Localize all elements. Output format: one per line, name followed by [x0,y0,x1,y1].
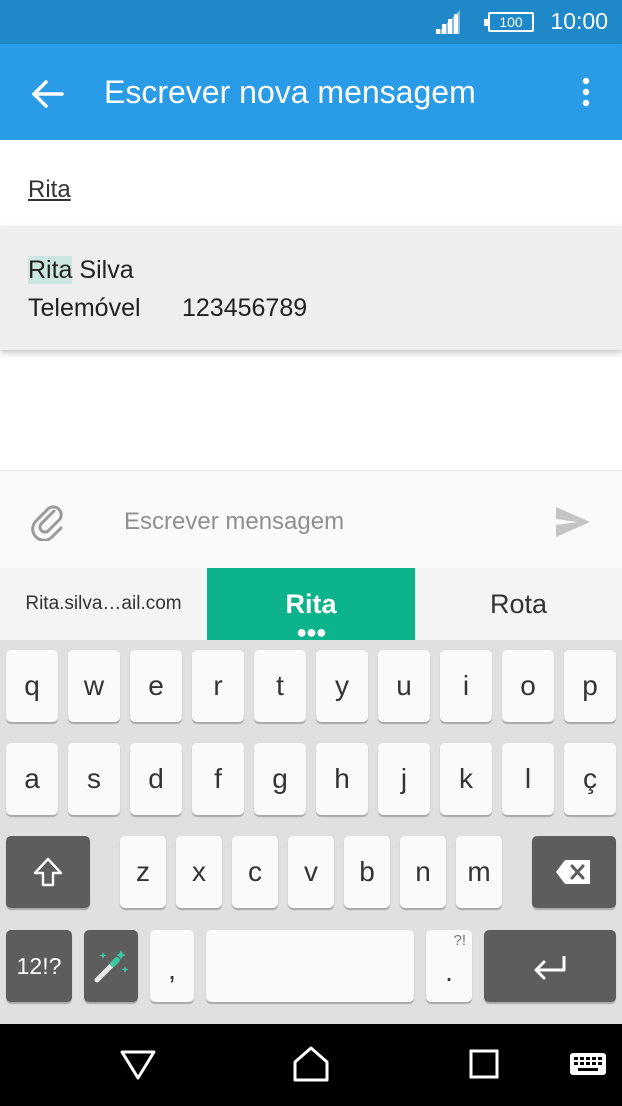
key-c-cedilla[interactable]: ç [564,743,616,815]
key-q[interactable]: q [6,650,58,722]
key-v[interactable]: v [288,836,334,908]
send-icon[interactable] [554,505,592,539]
shift-arrow-icon [33,857,63,887]
attachment-icon[interactable] [30,501,66,541]
keyboard: q w e r t y u i o p a s d f g h j k l ç … [0,640,622,1024]
clock: 10:00 [550,8,608,34]
symbols-key[interactable]: 12!? [6,930,72,1002]
period-key[interactable]: ?! . [426,930,472,1002]
key-u[interactable]: u [378,650,430,722]
suggestion-phone-label: Telemóvel [28,294,141,322]
back-arrow-icon[interactable] [28,74,68,114]
key-t[interactable]: t [254,650,306,722]
word-suggestion-strip: Rita.silva…ail.com Rita ●●● Rota [0,568,622,642]
status-bar: 100 10:00 [0,0,622,44]
more-suggestions-dots-icon: ●●● [296,622,327,642]
key-b[interactable]: b [344,836,390,908]
word-suggestion-2[interactable]: Rita ●●● [207,568,415,642]
suggestion-name-rest: Silva [72,256,134,284]
enter-icon [534,956,566,980]
battery-icon: 100 [484,12,534,32]
backspace-icon [556,860,590,884]
key-i[interactable]: i [440,650,492,722]
key-p[interactable]: p [564,650,616,722]
period-key-hint: ?! [453,932,466,949]
key-k[interactable]: k [440,743,492,815]
key-o[interactable]: o [502,650,554,722]
space-key[interactable] [206,930,414,1002]
enter-key[interactable] [484,930,616,1002]
key-c[interactable]: c [232,836,278,908]
nav-recents-icon[interactable] [462,1044,506,1084]
key-x[interactable]: x [176,836,222,908]
key-d[interactable]: d [130,743,182,815]
keyboard-switch-icon[interactable] [566,1044,610,1084]
word-suggestion-3[interactable]: Rota [415,568,622,640]
key-j[interactable]: j [378,743,430,815]
word-suggestion-2-label: Rita [285,589,337,619]
navigation-bar [0,1024,622,1106]
comma-key[interactable]: , [150,930,194,1002]
word-suggestion-1[interactable]: Rita.silva…ail.com [0,568,207,640]
shift-key[interactable] [6,836,90,908]
suggestion-phone-number: 123456789 [182,294,308,322]
app-bar: Escrever nova mensagem [0,44,622,140]
suggestion-name: Rita Silva [28,256,134,285]
key-f[interactable]: f [192,743,244,815]
contact-suggestion[interactable]: Rita Silva Telemóvel 123456789 [0,226,622,350]
nav-home-icon[interactable] [289,1044,333,1084]
magic-wand-key[interactable] [84,930,138,1002]
key-z[interactable]: z [120,836,166,908]
key-w[interactable]: w [68,650,120,722]
compose-bar [0,470,622,569]
key-n[interactable]: n [400,836,446,908]
message-input[interactable] [124,505,524,539]
key-s[interactable]: s [68,743,120,815]
recipient-input-value[interactable]: Rita [28,176,71,204]
magic-wand-icon [94,950,129,983]
key-r[interactable]: r [192,650,244,722]
backspace-key[interactable] [532,836,616,908]
page-title: Escrever nova mensagem [104,74,476,110]
suggestion-name-match: Rita [28,256,73,284]
key-l[interactable]: l [502,743,554,815]
key-e[interactable]: e [130,650,182,722]
battery-level: 100 [499,14,523,30]
period-key-label: . [445,956,453,987]
recipient-field[interactable]: Rita [0,140,622,226]
key-y[interactable]: y [316,650,368,722]
key-g[interactable]: g [254,743,306,815]
nav-back-icon[interactable] [116,1044,160,1084]
more-options-icon[interactable] [576,72,596,112]
key-a[interactable]: a [6,743,58,815]
signal-icon [436,10,460,34]
key-h[interactable]: h [316,743,368,815]
key-m[interactable]: m [456,836,502,908]
